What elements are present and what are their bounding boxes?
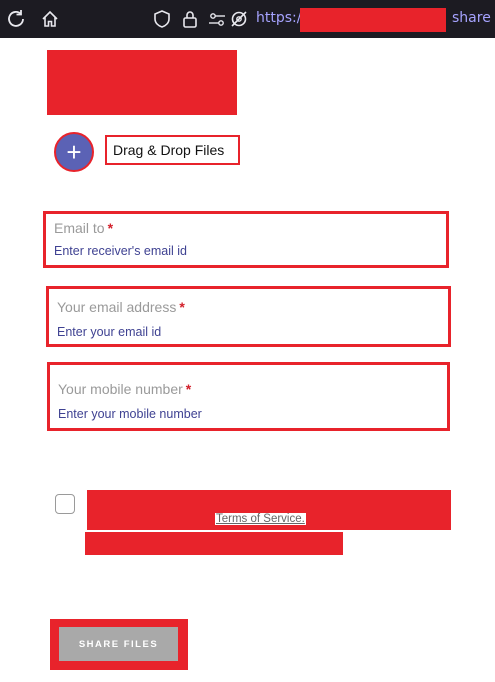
plus-icon: + — [66, 137, 82, 167]
share-files-button[interactable]: SHARE FILES — [59, 627, 178, 661]
terms-checkbox[interactable] — [55, 494, 75, 514]
add-files-button[interactable]: + — [54, 132, 94, 172]
url-redaction — [300, 8, 446, 32]
url-prefix[interactable]: https:// — [256, 10, 306, 26]
browser-toolbar: https:// share — [0, 0, 495, 38]
your-email-label: Your email address * — [57, 299, 185, 315]
terms-of-service-link[interactable]: Terms of Service. — [215, 513, 306, 525]
shield-icon[interactable] — [152, 9, 172, 29]
permissions-icon[interactable] — [207, 9, 227, 29]
share-button-highlight: SHARE FILES — [50, 619, 188, 670]
your-email-input[interactable] — [57, 325, 417, 339]
terms-text-redaction-2 — [85, 532, 343, 555]
email-to-label: Email to * — [54, 220, 114, 236]
mobile-label: Your mobile number * — [58, 381, 192, 397]
mobile-input[interactable] — [58, 407, 418, 421]
url-suffix[interactable]: share — [452, 10, 491, 26]
lock-icon[interactable] — [180, 9, 200, 29]
tracking-off-icon[interactable] — [229, 9, 249, 29]
reload-icon[interactable] — [6, 9, 26, 29]
email-to-field: Email to * — [43, 211, 449, 268]
email-to-input[interactable] — [54, 244, 414, 258]
mobile-field: Your mobile number * — [47, 362, 450, 431]
logo-redaction — [47, 50, 237, 115]
drag-drop-label[interactable]: Drag & Drop Files — [105, 135, 240, 165]
your-email-field: Your email address * — [46, 286, 451, 347]
home-icon[interactable] — [40, 9, 60, 29]
